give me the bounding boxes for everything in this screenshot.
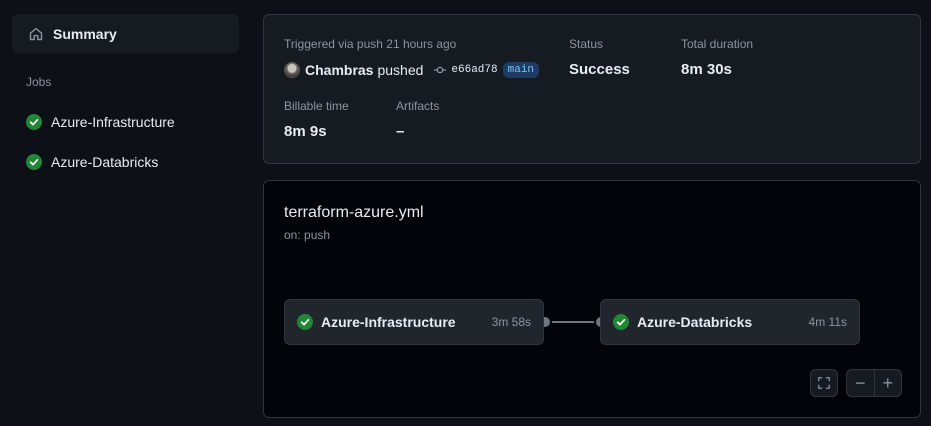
commit-sha-link[interactable]: e66ad78: [451, 64, 497, 76]
job-duration: 3m 58s: [491, 315, 531, 329]
status-value: Success: [569, 61, 630, 78]
billable-time-label: Billable time: [284, 99, 349, 113]
workflow-graph-card: terraform-azure.yml on: push Azure-Infra…: [263, 180, 921, 418]
run-summary-card: Triggered via push 21 hours ago Chambras…: [263, 14, 921, 164]
sidebar-item-label: Azure-Infrastructure: [51, 114, 175, 130]
sidebar-item-azure-infrastructure[interactable]: Azure-Infrastructure: [26, 112, 175, 132]
job-duration: 4m 11s: [808, 315, 847, 329]
job-node-azure-infrastructure[interactable]: Azure-Infrastructure 3m 58s: [284, 299, 544, 345]
total-duration-label: Total duration: [681, 37, 754, 51]
check-circle-icon: [613, 314, 629, 330]
actor-link[interactable]: Chambras: [305, 62, 373, 78]
check-circle-icon: [297, 314, 313, 330]
artifacts-label: Artifacts: [396, 99, 440, 113]
artifacts-value: –: [396, 123, 405, 140]
branch-badge[interactable]: main: [502, 62, 540, 78]
zoom-controls: − +: [846, 369, 902, 397]
job-name: Azure-Infrastructure: [321, 314, 456, 330]
job-dependency-connector: [544, 321, 600, 323]
jobs-heading: Jobs: [26, 75, 52, 89]
check-circle-icon: [26, 114, 42, 130]
sidebar-item-label: Azure-Databricks: [51, 154, 159, 170]
job-name: Azure-Databricks: [637, 314, 753, 330]
avatar[interactable]: [284, 62, 300, 78]
workflow-file-title[interactable]: terraform-azure.yml: [284, 204, 424, 222]
workflow-trigger-event: on: push: [284, 228, 331, 242]
git-commit-icon: [434, 66, 447, 74]
job-node-azure-databricks[interactable]: Azure-Databricks 4m 11s: [600, 299, 860, 345]
billable-time-value: 8m 9s: [284, 123, 327, 140]
sidebar-item-azure-databricks[interactable]: Azure-Databricks: [26, 152, 158, 172]
status-label: Status: [569, 37, 604, 51]
total-duration-value: 8m 30s: [681, 61, 732, 78]
sidebar: Summary Jobs Azure-Infrastructure Azure-…: [0, 0, 250, 426]
sidebar-item-summary[interactable]: Summary: [12, 14, 239, 53]
home-icon: [29, 27, 43, 40]
fullscreen-icon: [818, 377, 830, 389]
fullscreen-button[interactable]: [810, 369, 838, 397]
trigger-text: Triggered via push 21 hours ago: [284, 37, 457, 51]
zoom-in-button[interactable]: +: [873, 370, 902, 396]
trigger-details: Chambras pushed e66ad78 main: [284, 62, 540, 78]
sidebar-item-label: Summary: [53, 25, 117, 42]
zoom-out-button[interactable]: −: [847, 370, 874, 396]
action-text: pushed: [377, 62, 424, 78]
check-circle-icon: [26, 154, 42, 170]
